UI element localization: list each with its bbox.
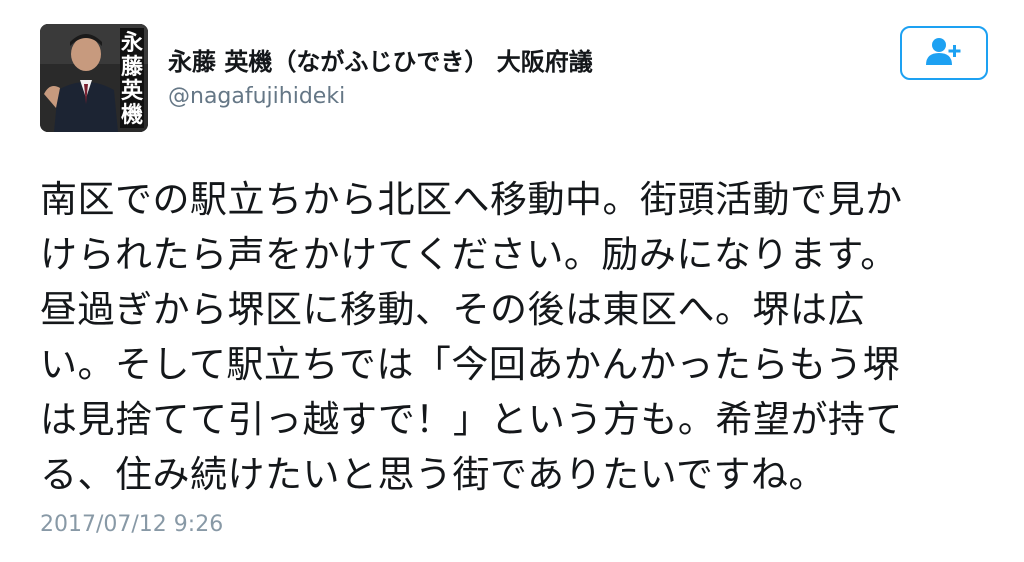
user-handle[interactable]: @nagafujihideki xyxy=(168,84,345,109)
tweet-timestamp[interactable]: 2017/07/12 9:26 xyxy=(40,512,223,537)
svg-text:藤: 藤 xyxy=(121,54,144,80)
tweet-text-line: は見捨てて引っ越すで！」という方も。希望が持て xyxy=(40,398,903,441)
tweet-text-line: る、住み続けたいと思う街でありたいですね。 xyxy=(40,453,827,496)
add-user-icon xyxy=(926,37,962,69)
svg-text:機: 機 xyxy=(121,103,143,128)
follow-button[interactable] xyxy=(900,26,988,80)
tweet-text-line: い。そして駅立ちでは「今回あかんかったらもう堺 xyxy=(40,343,901,386)
tweet-text-line: けられたら声をかけてください。励みになります。 xyxy=(40,233,898,276)
avatar[interactable]: 永 藤 英 機 xyxy=(40,24,148,132)
avatar-photo: 永 藤 英 機 xyxy=(40,24,148,132)
tweet-text: 南区での駅立ちから北区へ移動中。街頭活動で見か けられたら声をかけてください。励… xyxy=(40,172,980,502)
display-name[interactable]: 永藤 英機（ながふじひでき） 大阪府議 xyxy=(168,42,593,77)
svg-text:英: 英 xyxy=(121,79,144,104)
tweet-text-line: 昼過ぎから堺区に移動、その後は東区へ。堺は広 xyxy=(40,288,865,331)
svg-text:永: 永 xyxy=(121,30,143,56)
tweet-text-line: 南区での駅立ちから北区へ移動中。街頭活動で見か xyxy=(40,178,903,221)
